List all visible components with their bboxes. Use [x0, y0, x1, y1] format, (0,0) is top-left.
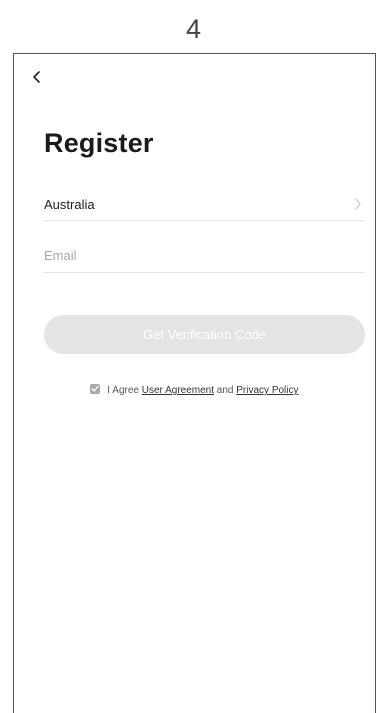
back-button[interactable] [28, 66, 48, 88]
chevron-right-icon [355, 198, 361, 210]
user-agreement-link[interactable]: User Agreement [142, 385, 214, 396]
email-field[interactable] [44, 239, 364, 273]
agree-prefix-text: I Agree [107, 385, 139, 396]
agree-conjunction-text: and [216, 385, 234, 396]
country-selector[interactable]: Australia [44, 188, 364, 221]
agreement-row: I Agree User Agreement and Privacy Polic… [14, 384, 375, 396]
step-number: 4 [185, 14, 203, 44]
country-label: Australia [44, 197, 95, 212]
page-title: Register [44, 128, 154, 158]
privacy-policy-link[interactable]: Privacy Policy [236, 385, 298, 396]
phone-screen: Register Australia Get Verification Code… [13, 53, 376, 713]
checkmark-icon [91, 385, 100, 392]
chevron-left-icon [33, 71, 40, 83]
agree-checkbox[interactable] [90, 384, 101, 394]
get-verification-code-button[interactable]: Get Verification Code [44, 315, 365, 354]
